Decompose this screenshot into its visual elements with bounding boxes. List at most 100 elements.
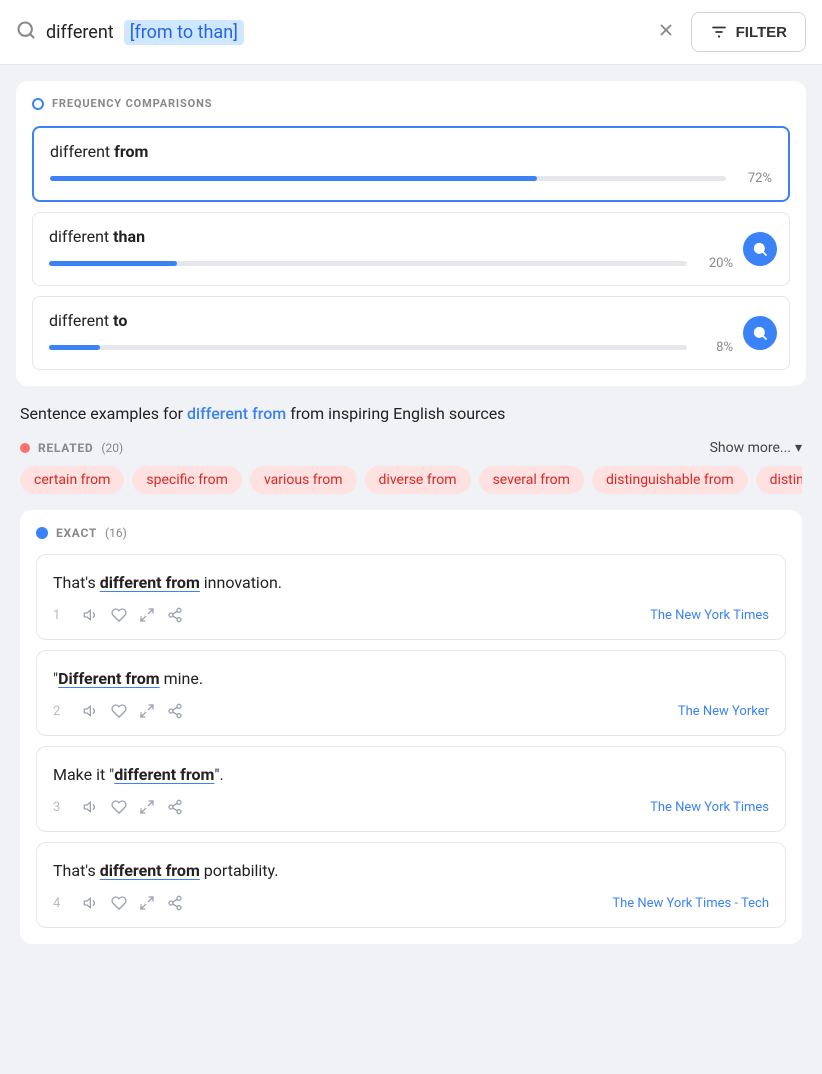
exact-count: (16)	[105, 526, 127, 540]
sentence-footer-4: 4	[53, 895, 769, 911]
tag-diverse-from[interactable]: diverse from	[365, 466, 471, 494]
frequency-bar-fill-1	[50, 176, 537, 181]
share-icon-1[interactable]	[167, 607, 183, 623]
freq-base-3: different	[49, 311, 113, 330]
frequency-label-to: different to	[49, 311, 733, 330]
source-link-1[interactable]: The New York Times	[650, 608, 769, 623]
frequency-bar-row-2: 20%	[49, 256, 733, 271]
related-dot-icon	[20, 443, 30, 453]
source-link-3[interactable]: The New York Times	[650, 800, 769, 815]
source-link-2[interactable]: The New Yorker	[678, 704, 769, 719]
source-link-4[interactable]: The New York Times - Tech	[612, 896, 769, 911]
search-header: different [from to than] FILTER	[0, 0, 822, 65]
sentence-3-pre: Make it "	[53, 765, 114, 784]
main-content: FREQUENCY COMPARISONS different from 72%…	[0, 65, 822, 960]
tag-various-from[interactable]: various from	[250, 466, 357, 494]
resize-icon-4[interactable]	[139, 895, 155, 911]
exact-header: EXACT (16)	[36, 526, 786, 540]
heart-icon-4[interactable]	[111, 895, 127, 911]
sentence-footer-2: 2	[53, 703, 769, 719]
tag-several-from[interactable]: several from	[479, 466, 584, 494]
sentence-text-2: "Different from mine.	[53, 667, 769, 691]
sentence-1-bold: different from	[100, 573, 200, 592]
share-icon-2[interactable]	[167, 703, 183, 719]
tag-specific-from[interactable]: specific from	[132, 466, 242, 494]
frequency-label-from: different from	[50, 142, 772, 161]
sentence-4-pre: That's	[53, 861, 100, 880]
related-count: (20)	[101, 441, 123, 455]
sentence-2-post: mine.	[160, 669, 203, 688]
related-label: RELATED	[38, 441, 93, 455]
frequency-title: FREQUENCY COMPARISONS	[52, 97, 212, 110]
sentence-2-bold: Different from	[58, 669, 160, 688]
freq-keyword-1: from	[114, 142, 148, 161]
sentence-heading-phrase[interactable]: different from	[187, 404, 286, 423]
frequency-bar-fill-2	[49, 261, 177, 266]
freq-base-1: different	[50, 142, 114, 161]
speaker-icon-4[interactable]	[83, 895, 99, 911]
frequency-pct-2: 20%	[697, 256, 733, 271]
search-bar: different [from to than]	[16, 17, 679, 48]
frequency-pct-1: 72%	[736, 171, 772, 186]
sentence-heading: Sentence examples for different from fro…	[20, 402, 802, 426]
sentence-num-3: 3	[53, 800, 69, 815]
resize-icon-1[interactable]	[139, 607, 155, 623]
search-highlight-text[interactable]: [from to than]	[124, 20, 244, 45]
tags-row: certain from specific from various from …	[20, 466, 802, 494]
speaker-icon-3[interactable]	[83, 799, 99, 815]
frequency-bar-bg-1	[50, 176, 726, 181]
share-icon-4[interactable]	[167, 895, 183, 911]
sentence-1-post: innovation.	[200, 573, 282, 592]
frequency-bar-row-1: 72%	[50, 171, 772, 186]
frequency-search-btn-2[interactable]	[743, 232, 777, 266]
sentence-footer-3: 3	[53, 799, 769, 815]
search-clear-button[interactable]	[653, 17, 679, 48]
exact-dot-icon	[36, 527, 48, 539]
related-left: RELATED (20)	[20, 441, 123, 455]
speaker-icon-2[interactable]	[83, 703, 99, 719]
heart-icon-1[interactable]	[111, 607, 127, 623]
show-more-label: Show more...	[710, 440, 791, 456]
tag-certain-from[interactable]: certain from	[20, 466, 124, 494]
filter-button[interactable]: FILTER	[691, 12, 806, 52]
frequency-search-btn-3[interactable]	[743, 316, 777, 350]
frequency-dot-icon	[32, 98, 44, 110]
share-icon-3[interactable]	[167, 799, 183, 815]
heart-icon-3[interactable]	[111, 799, 127, 815]
exact-section: EXACT (16) That's different from innovat…	[20, 510, 802, 944]
sentence-text-4: That's different from portability.	[53, 859, 769, 883]
frequency-item-from[interactable]: different from 72%	[32, 126, 790, 202]
frequency-bar-row-3: 8%	[49, 340, 733, 355]
frequency-item-than[interactable]: different than 20%	[32, 212, 790, 286]
sentence-num-1: 1	[53, 608, 69, 623]
sentence-num-2: 2	[53, 704, 69, 719]
sentence-heading-post: from inspiring English sources	[290, 404, 505, 423]
sentence-card-3: Make it "different from". 3	[36, 746, 786, 832]
frequency-item-to[interactable]: different to 8%	[32, 296, 790, 370]
tag-distinct[interactable]: distinct	[756, 466, 802, 494]
filter-label: FILTER	[736, 24, 787, 41]
freq-base-2: different	[49, 227, 113, 246]
sentence-footer-1: 1	[53, 607, 769, 623]
resize-icon-3[interactable]	[139, 799, 155, 815]
sentence-3-post: ".	[214, 765, 223, 784]
frequency-header: FREQUENCY COMPARISONS	[32, 97, 790, 110]
chevron-down-icon: ▾	[795, 440, 802, 456]
show-more-button[interactable]: Show more... ▾	[710, 440, 802, 456]
frequency-bar-fill-3	[49, 345, 100, 350]
heart-icon-2[interactable]	[111, 703, 127, 719]
sentence-icons-4	[83, 895, 183, 911]
sentence-text-1: That's different from innovation.	[53, 571, 769, 595]
sentence-card-1: That's different from innovation. 1	[36, 554, 786, 640]
speaker-icon-1[interactable]	[83, 607, 99, 623]
sentence-4-post: portability.	[200, 861, 279, 880]
sentence-icons-2	[83, 703, 183, 719]
tag-distinguishable-from[interactable]: distinguishable from	[592, 466, 748, 494]
sentence-num-4: 4	[53, 896, 69, 911]
frequency-bar-bg-3	[49, 345, 687, 350]
sentence-3-bold: different from	[114, 765, 214, 784]
resize-icon-2[interactable]	[139, 703, 155, 719]
sentence-card-2: "Different from mine. 2	[36, 650, 786, 736]
related-header: RELATED (20) Show more... ▾	[20, 440, 802, 456]
sentence-heading-pre: Sentence examples for	[20, 404, 183, 423]
